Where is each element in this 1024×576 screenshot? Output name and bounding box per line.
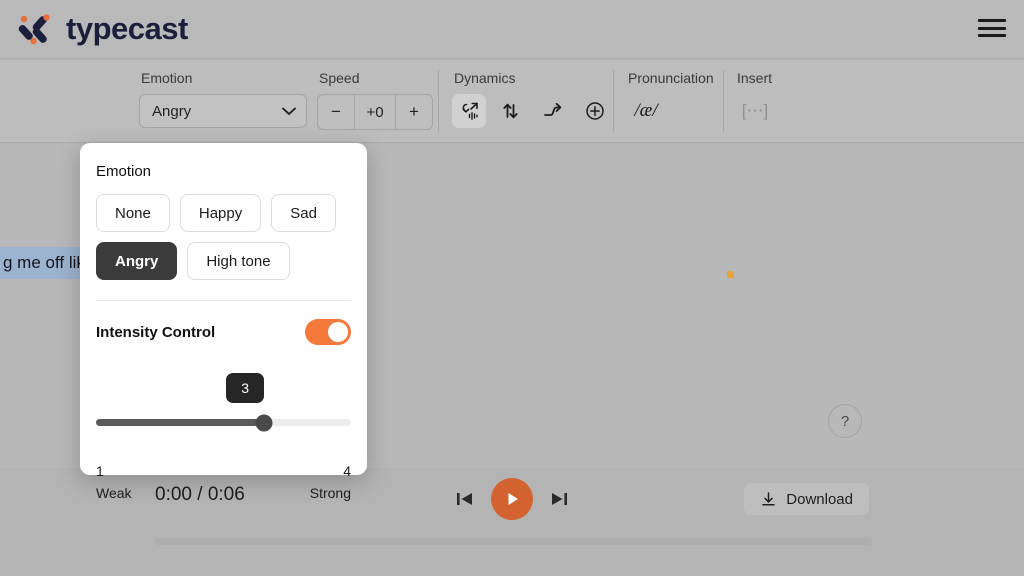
toolbar-divider [438,70,439,132]
dynamics-label: Dynamics [452,70,612,86]
menu-line [978,34,1006,37]
speed-stepper: − +0 + [317,94,433,130]
toolbar-group-emotion: Emotion Angry [139,70,307,128]
slider-fill [96,419,264,426]
dynamics-icon-row [452,94,612,128]
insert-button[interactable]: [⋯] [735,94,775,128]
emotion-value: Angry [152,103,191,120]
slider-scale-labels: Weak Strong [96,485,351,501]
intensity-header: Intensity Control [96,319,351,345]
insert-icon-row: [⋯] [735,94,775,128]
toggle-knob [328,322,348,342]
selection-handle[interactable] [727,271,734,278]
slider-scale-numbers: 1 4 [96,463,351,479]
emotion-label: Emotion [139,70,307,86]
play-button[interactable] [491,478,533,520]
pronunciation-button[interactable]: /æ/ [626,94,666,128]
transition-arrow-icon[interactable] [536,94,570,128]
pitch-updown-icon[interactable] [494,94,528,128]
toolbar-divider [613,70,614,132]
toolbar-group-speed: Speed − +0 + [317,70,433,130]
intensity-toggle[interactable] [305,319,351,345]
slider-thumb[interactable] [256,414,273,431]
brand-logo[interactable]: typecast [16,8,188,50]
speed-decrease-button[interactable]: − [318,95,354,129]
help-button[interactable]: ? [828,404,862,438]
hamburger-menu-icon[interactable] [978,17,1006,39]
transport-controls [453,478,571,520]
toolbar-group-insert: Insert [⋯] [735,70,775,128]
speed-increase-button[interactable]: + [396,95,432,129]
slider-max-label: Strong [310,485,351,501]
timeline-scrollbar[interactable] [154,538,872,545]
brand-name: typecast [66,8,188,50]
insert-label: Insert [735,70,775,86]
download-button[interactable]: Download [744,483,869,515]
popover-divider [96,300,351,301]
skip-previous-icon[interactable] [453,487,477,511]
typecast-logo-icon [16,8,58,50]
emotion-option-high-tone[interactable]: High tone [187,242,289,280]
waveform-tune-icon[interactable] [452,94,486,128]
pronunciation-icon-row: /æ/ [626,94,714,128]
chevron-down-icon [282,107,296,116]
menu-line [978,19,1006,22]
speed-value[interactable]: +0 [354,95,396,129]
editor-toolbar: Emotion Angry Speed − +0 + Dynamics [0,60,1024,143]
emotion-select[interactable]: Angry [139,94,307,128]
menu-line [978,27,1006,30]
emotion-option-happy[interactable]: Happy [180,194,261,232]
slider-min-number: 1 [96,463,104,479]
intensity-value-bubble: 3 [226,373,264,403]
speed-label: Speed [317,70,433,86]
plus-circle-icon[interactable] [578,94,612,128]
slider-min-label: Weak [96,485,132,501]
emotion-option-angry[interactable]: Angry [96,242,177,280]
play-icon [502,489,522,509]
slider-track[interactable] [96,419,351,426]
download-icon [760,491,777,508]
emotion-option-none[interactable]: None [96,194,170,232]
toolbar-group-pronunciation: Pronunciation /æ/ [626,70,714,128]
download-label: Download [786,491,853,508]
emotion-options: None Happy Sad Angry High tone [96,194,351,280]
toolbar-group-dynamics: Dynamics [452,70,612,128]
emotion-option-sad[interactable]: Sad [271,194,336,232]
intensity-slider: 3 [96,373,351,449]
emotion-popover: Emotion None Happy Sad Angry High tone I… [80,143,367,475]
skip-next-icon[interactable] [547,487,571,511]
popover-title: Emotion [96,163,351,180]
app-header: typecast [0,0,1024,59]
toolbar-divider [723,70,724,132]
slider-max-number: 4 [343,463,351,479]
intensity-label: Intensity Control [96,324,215,341]
pronunciation-label: Pronunciation [626,70,714,86]
